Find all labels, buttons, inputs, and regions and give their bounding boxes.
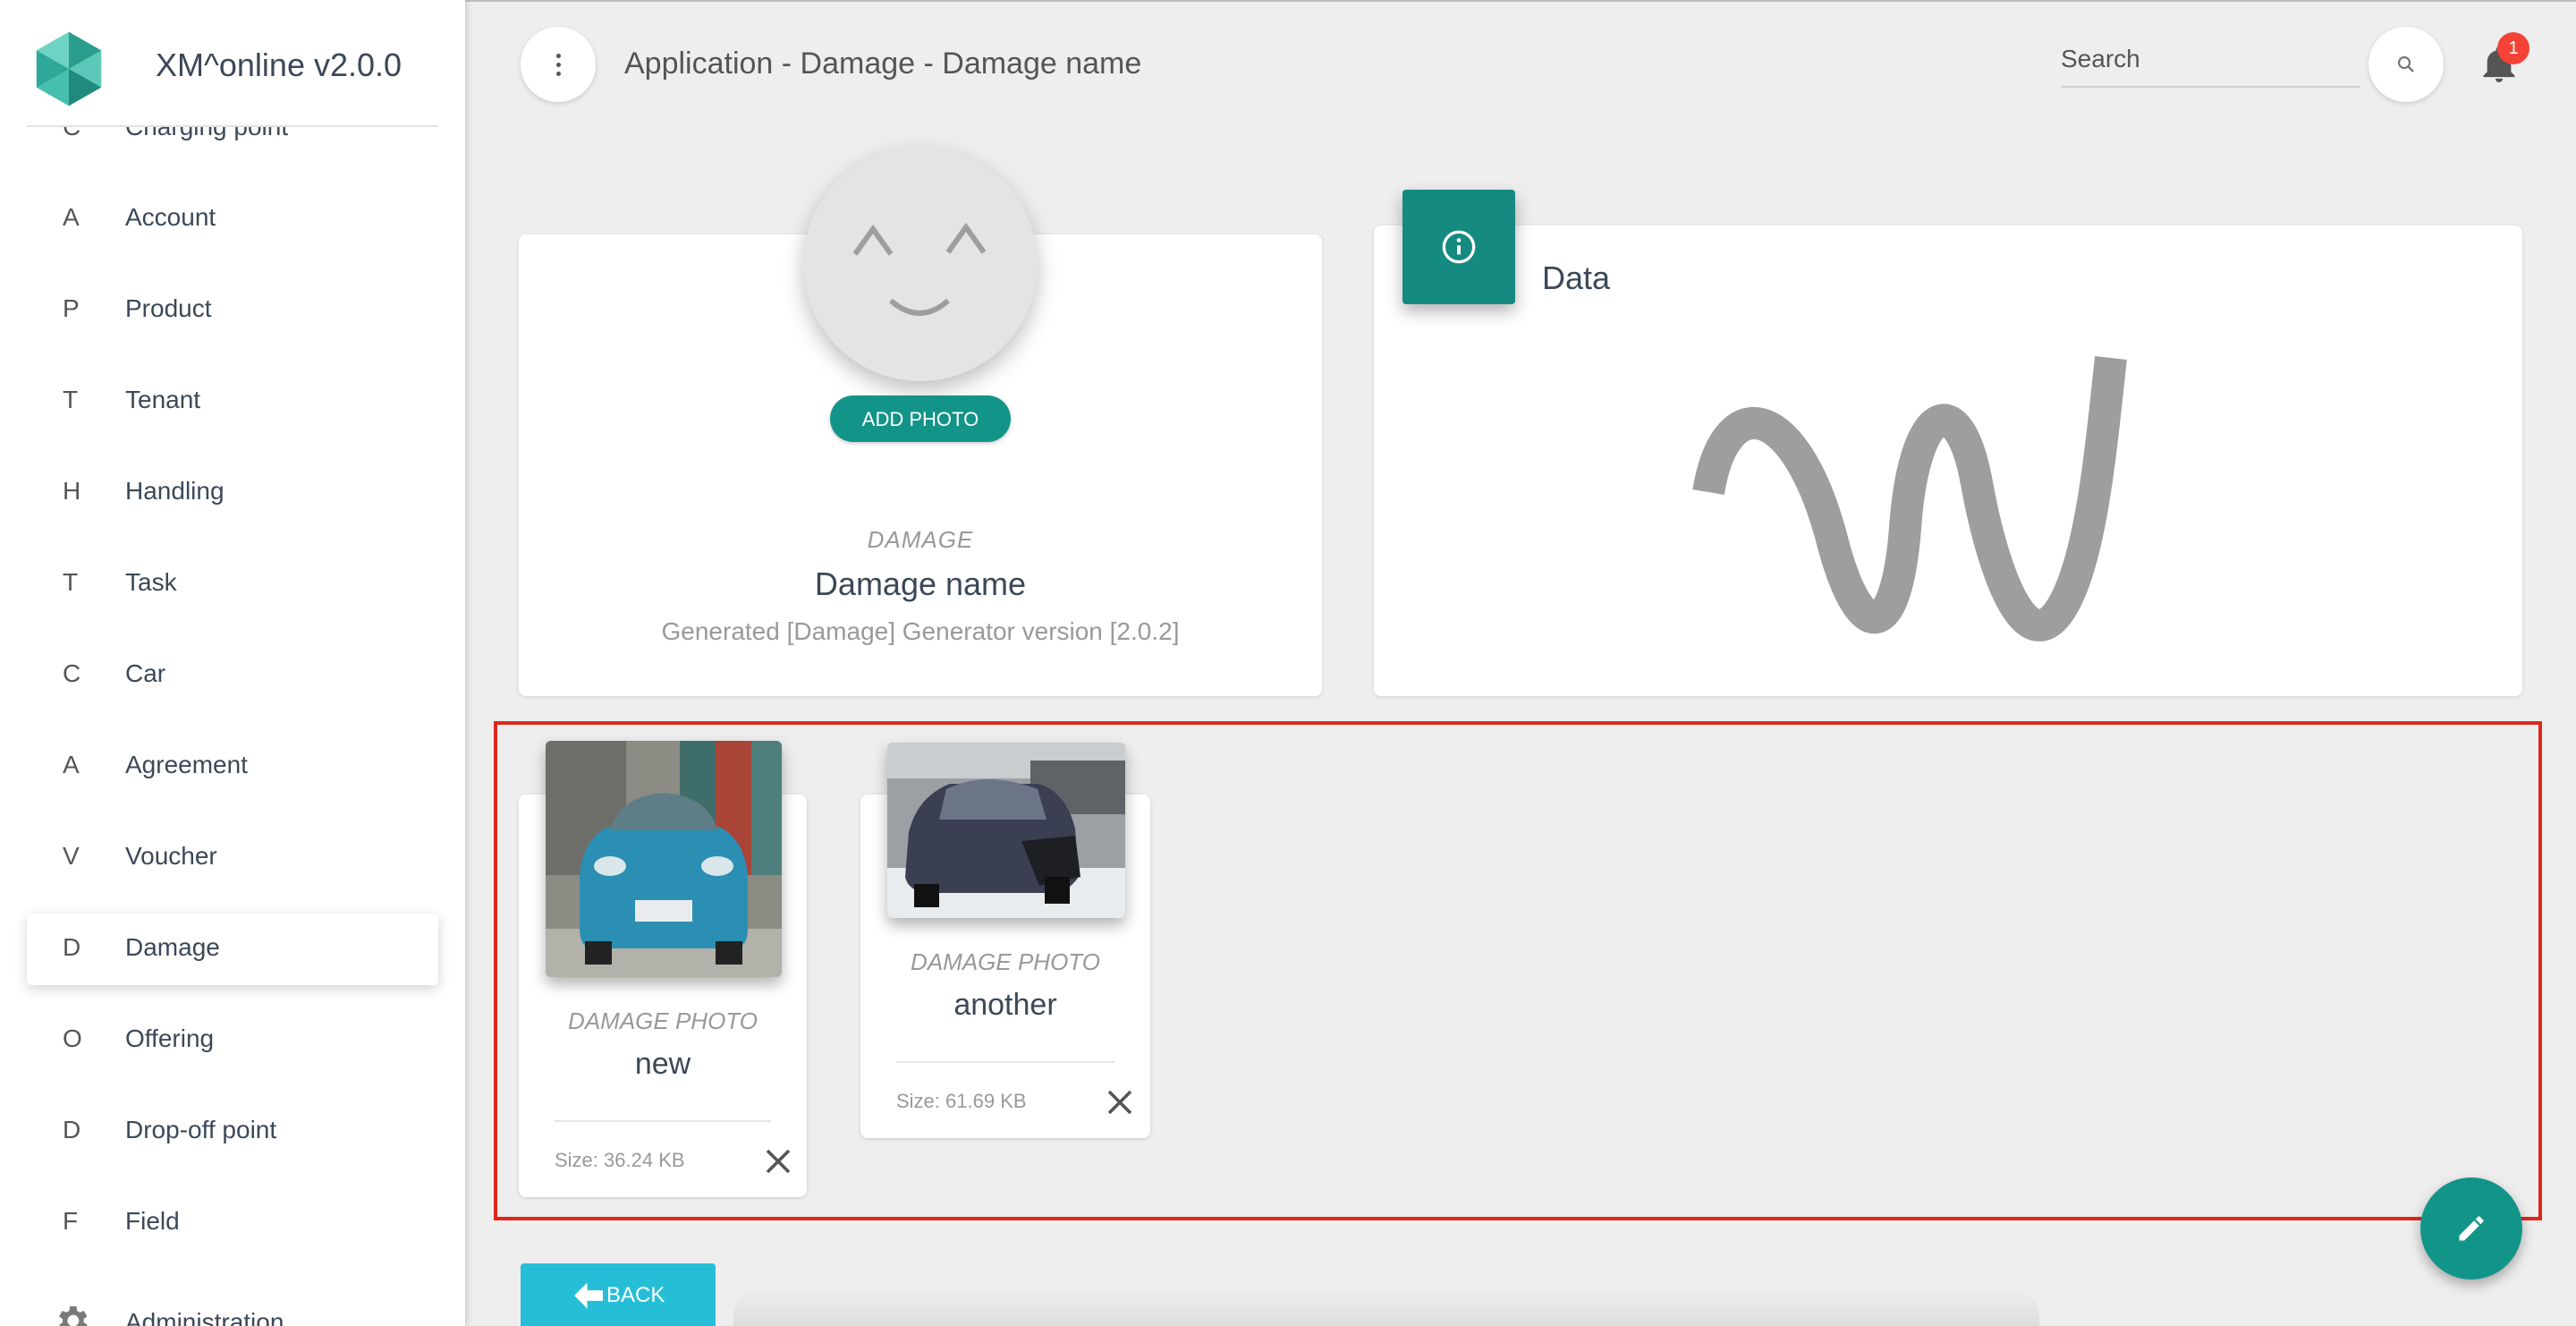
sidebar-item-label: Agreement (125, 751, 248, 778)
footer-panel-edge (733, 1288, 2039, 1326)
search-icon (2397, 55, 2414, 72)
arrow-left-icon (574, 1282, 603, 1309)
sidebar-item-label: Administration (125, 1308, 284, 1326)
sidebar-item-product[interactable]: P Product (27, 275, 438, 346)
sidebar-item-account[interactable]: A Account (27, 183, 438, 255)
sidebar: C Charging point A Account P Product T T… (0, 0, 465, 1326)
photo-type-label: DAMAGE PHOTO (568, 1007, 758, 1034)
page-title-breadcrumb: Application - Damage - Damage name (624, 47, 1142, 81)
sidebar-item-drop-off-point[interactable]: D Drop-off point (27, 1096, 438, 1168)
app-title: XM^online v2.0.0 (156, 47, 402, 83)
gear-icon (59, 1306, 88, 1326)
add-photo-button[interactable]: ADD PHOTO (830, 395, 1011, 442)
data-card-title: Data (1542, 259, 1611, 296)
sidebar-item-abbr: A (63, 751, 80, 778)
sidebar-item-car[interactable]: C Car (27, 640, 438, 711)
notification-count-badge: 1 (2497, 32, 2529, 64)
sidebar-item-tenant[interactable]: T Tenant (27, 366, 438, 438)
sidebar-item-abbr: D (63, 1116, 81, 1143)
squiggle-placeholder-graphic (1692, 356, 2127, 642)
photo-card-divider (555, 1120, 771, 1122)
sidebar-item-task[interactable]: T Task (27, 548, 438, 620)
sidebar-item-label: Drop-off point (125, 1116, 277, 1143)
more-vert-icon (556, 54, 561, 58)
sidebar-item-abbr: V (63, 842, 80, 870)
app-logo-icon (36, 31, 102, 106)
smiley-placeholder-icon (852, 222, 987, 316)
sidebar-item-abbr: A (63, 203, 80, 231)
sidebar-item-abbr: O (63, 1024, 82, 1052)
remove-photo-close-icon[interactable] (1104, 1086, 1136, 1118)
pencil-edit-icon (2459, 1216, 2484, 1241)
back-button-label: BACK (606, 1283, 665, 1307)
edit-fab-button[interactable] (2420, 1177, 2522, 1279)
sidebar-item-abbr: D (63, 933, 81, 961)
sidebar-item-label: Field (125, 1207, 180, 1235)
sidebar-item-label: Task (125, 568, 177, 596)
sidebar-item-label: Product (125, 294, 212, 322)
data-card-header-icon (1402, 190, 1515, 304)
photo-type-label: DAMAGE PHOTO (911, 948, 1100, 975)
avatar (803, 147, 1038, 381)
sidebar-item-damage[interactable]: D Damage (27, 914, 438, 985)
info-icon (1442, 230, 1476, 264)
photo-size: Size: 36.24 KB (555, 1149, 685, 1171)
back-button[interactable]: BACK (521, 1263, 716, 1326)
search-button[interactable] (2368, 27, 2444, 102)
sidebar-item-abbr: T (63, 386, 79, 413)
sidebar-item-abbr: T (63, 568, 79, 596)
sidebar-item-abbr: C (63, 659, 81, 687)
photo-thumbnail[interactable] (887, 743, 1125, 918)
sidebar-item-abbr: F (63, 1207, 79, 1235)
sidebar-item-abbr: P (63, 294, 80, 322)
brand-header: XM^online v2.0.0 (27, 27, 438, 127)
entity-description: Generated [Damage] Generator version [2.… (661, 617, 1180, 645)
sidebar-item-label: Handling (125, 477, 225, 505)
entity-name: Damage name (814, 565, 1027, 602)
sidebar-item-voucher[interactable]: V Voucher (27, 822, 438, 894)
sidebar-item-label: Damage (125, 933, 220, 961)
photo-name: another (953, 988, 1057, 1022)
photo-name: new (634, 1047, 691, 1081)
sidebar-item-abbr: H (63, 477, 81, 505)
sidebar-item-label: Voucher (125, 842, 217, 870)
photo-card-divider (896, 1061, 1114, 1063)
sidebar-item-label: Account (125, 203, 216, 231)
more-menu-button[interactable] (521, 27, 596, 102)
remove-photo-close-icon[interactable] (762, 1145, 794, 1177)
entity-type-label: DAMAGE (867, 526, 974, 553)
sidebar-item-field[interactable]: F Field (27, 1187, 438, 1259)
sidebar-item-offering[interactable]: O Offering (27, 1005, 438, 1076)
sidebar-item-label: Offering (125, 1024, 215, 1052)
photo-thumbnail[interactable] (546, 741, 782, 977)
photo-size: Size: 61.69 KB (896, 1090, 1027, 1112)
sidebar-item-handling[interactable]: H Handling (27, 457, 438, 529)
sidebar-item-agreement[interactable]: A Agreement (27, 731, 438, 803)
sidebar-item-label: Tenant (125, 386, 201, 413)
search-field (2061, 38, 2360, 88)
sidebar-item-label: Car (125, 659, 166, 687)
search-input[interactable] (2061, 41, 2356, 77)
